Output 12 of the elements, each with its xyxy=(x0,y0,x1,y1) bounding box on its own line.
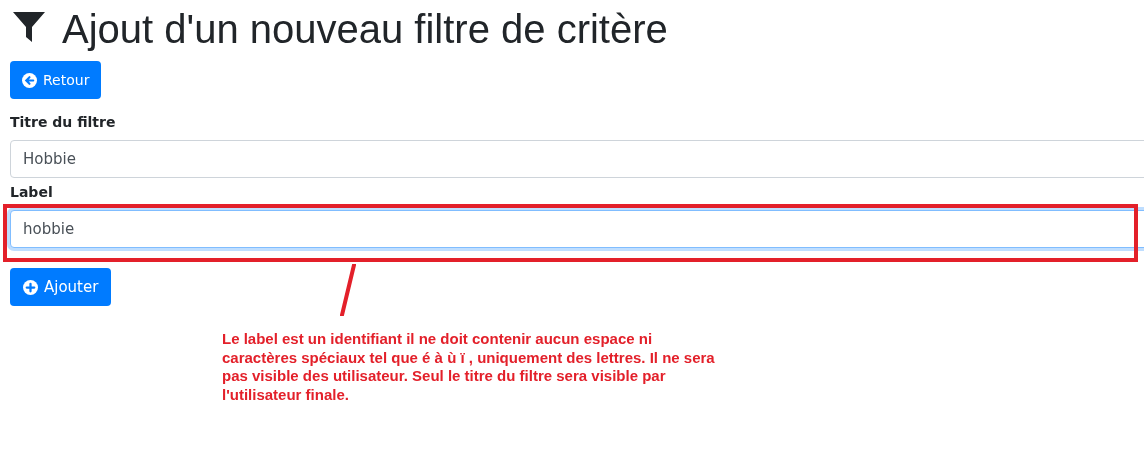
leader-line xyxy=(340,264,356,316)
page-title: Ajout d'un nouveau filtre de critère xyxy=(62,9,668,49)
text-field[interactable]: Hobbie xyxy=(10,140,1144,178)
add-button[interactable]: Ajouter xyxy=(10,268,112,306)
back-button[interactable]: Retour xyxy=(10,61,102,99)
text-field[interactable]: hobbie xyxy=(10,210,1144,248)
annotation-text: Le label est un identifiant il ne doit contenir aucun espace ni caractères spéciaux tel que é à ù ï , uniquement des lettres. Il ne sera pas visible des utilisateur. Seul le titre du filtre sera visible par l'utilisateur finale. xyxy=(222,330,716,404)
filter-icon xyxy=(12,10,46,44)
field-label: Titre du filtre xyxy=(10,113,117,131)
field-label: Label xyxy=(10,183,54,201)
arrow-left-icon xyxy=(22,72,37,88)
plus-icon xyxy=(23,279,38,295)
